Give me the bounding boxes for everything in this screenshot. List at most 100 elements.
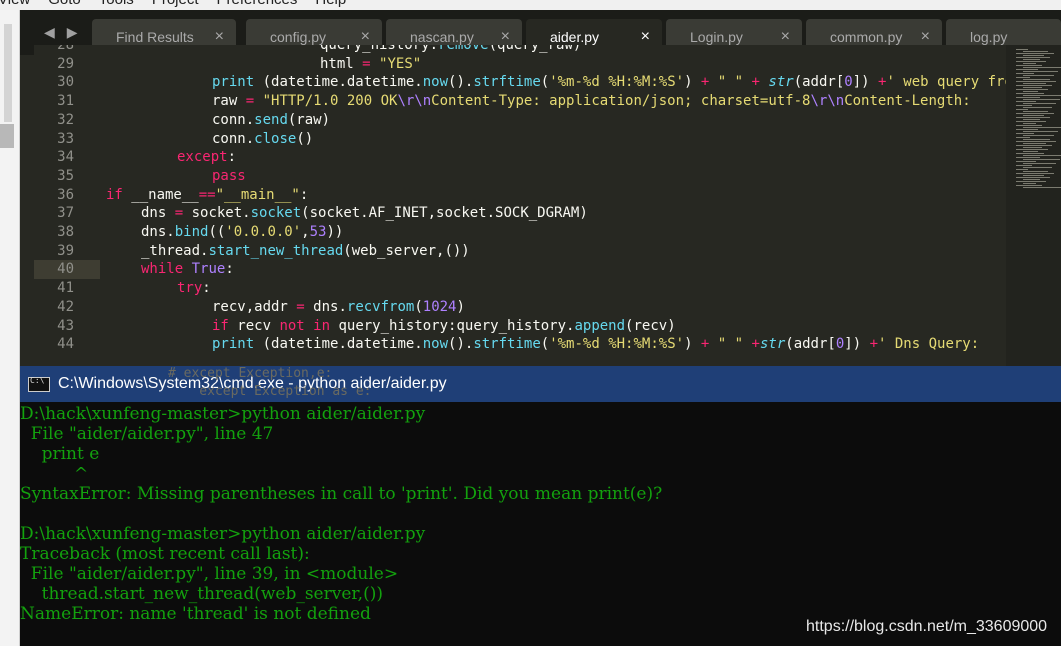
code-token: " " (717, 74, 744, 91)
code-line[interactable]: 29 html = "YES" (34, 55, 1040, 74)
code-token: (). (448, 336, 474, 353)
tab-close-icon[interactable]: × (781, 28, 790, 46)
code-text: _thread.start_new_thread(web_server,()) (141, 242, 470, 261)
code-token: ]) (844, 336, 870, 353)
cmd-output-line (20, 504, 1061, 524)
code-line[interactable]: 30 print (datetime.datetime.now().strftim… (34, 73, 1040, 92)
code-token: Content-Length: (844, 93, 980, 110)
code-line[interactable]: 38 dns.bind(('0.0.0.0',53)) (34, 223, 1040, 242)
code-line[interactable]: 31 raw = "HTTP/1.0 200 OK\r\nContent-Type… (34, 92, 1040, 111)
minimap-line (1023, 123, 1036, 124)
minimap-line (1016, 145, 1052, 146)
minimap-line (1016, 61, 1046, 62)
menu-item-view[interactable]: View (0, 0, 30, 8)
tab-close-icon[interactable]: × (921, 28, 930, 46)
tab-label: log.py (970, 29, 1008, 45)
code-token: ( (414, 298, 423, 315)
code-token: '0.0.0.0' (225, 224, 302, 240)
minimap-line (1016, 101, 1036, 102)
code-line[interactable]: 40 while True: (34, 260, 234, 280)
menu-item-tools[interactable]: Tools (99, 0, 134, 8)
minimap-line (1023, 179, 1040, 180)
code-line[interactable]: 37 dns = socket.socket(socket.AF_INET,soc… (34, 204, 1040, 223)
code-line[interactable]: 43 if recv not in query_history:query_his… (34, 317, 1040, 336)
code-token: bind (174, 224, 209, 240)
code-line[interactable]: 33 conn.close() (34, 130, 1040, 149)
code-token: True (191, 261, 226, 278)
line-number: 39 (57, 242, 74, 259)
code-token: 1024 (422, 298, 457, 315)
line-number: 31 (57, 93, 74, 110)
code-token: str (768, 74, 794, 91)
cmd-output-line: File "aider/aider.py", line 39, in <modu… (20, 564, 399, 584)
code-token: print (212, 336, 255, 353)
cmd-output-line: Traceback (most recent call last): (20, 544, 310, 564)
minimap-line (1023, 175, 1044, 176)
line-number: 29 (57, 55, 74, 72)
tab-label: common.py (830, 29, 903, 45)
code-token: if (106, 186, 123, 203)
minimap-line (1016, 129, 1038, 130)
code-line[interactable]: 36 if __name__=="__main__": (34, 186, 1040, 205)
code-text: conn.send(raw) (212, 111, 330, 130)
code-token: try (177, 280, 203, 297)
minimap-line (1016, 97, 1040, 98)
left-scrollbar[interactable] (4, 24, 12, 122)
code-token: + (869, 336, 879, 353)
nav-back-icon[interactable]: ◀ (44, 25, 55, 41)
minimap-line (1023, 159, 1060, 160)
minimap-line (1016, 137, 1030, 138)
minimap-line (1023, 95, 1061, 96)
minimap-line (1016, 141, 1056, 142)
code-token: , (301, 224, 310, 240)
nav-forward-icon[interactable]: ▶ (67, 25, 78, 41)
minimap-line (1023, 59, 1040, 60)
code-text: html = "YES" (320, 55, 421, 74)
code-line[interactable]: 35 pass (34, 167, 1040, 186)
tab-close-icon[interactable]: × (501, 28, 510, 46)
minimap[interactable] (1006, 45, 1061, 367)
tab-close-icon[interactable]: × (215, 28, 224, 46)
tab-close-icon[interactable]: × (361, 28, 370, 46)
code-token: (raw) (287, 111, 331, 128)
code-token: now (422, 336, 449, 353)
tab-label: config.py (270, 29, 327, 45)
code-line[interactable]: 34 except: (34, 148, 1040, 167)
code-token: '%m-%d %H:%M:%S' (549, 336, 685, 353)
code-line[interactable]: 32 conn.send(raw) (34, 111, 1040, 130)
minimap-line (1016, 165, 1032, 166)
minimap-line (1023, 147, 1042, 148)
tab-close-icon[interactable]: × (641, 28, 650, 46)
menu-item-help[interactable]: Help (315, 0, 346, 8)
code-token: now (422, 74, 449, 91)
code-token: (datetime.datetime. (254, 336, 423, 353)
code-token: ( (540, 74, 550, 91)
menu-item-goto[interactable]: Goto (48, 0, 81, 8)
code-line[interactable]: 42 recv,addr = dns.recvfrom(1024) (34, 298, 1040, 317)
minimap-line (1023, 51, 1048, 52)
code-line[interactable]: 39 _thread.start_new_thread(web_server,()… (34, 242, 1040, 261)
code-editor[interactable]: 28 query_history.remove(query_raw) 29 html … (34, 45, 1040, 367)
code-line[interactable]: 44 print (datetime.datetime.now().strftim… (34, 335, 1040, 354)
code-token: dns. (141, 224, 175, 240)
code-line[interactable]: 41 try: (34, 279, 1040, 298)
menu-item-preferences[interactable]: Preferences (217, 0, 298, 8)
minimap-line (1016, 93, 1044, 94)
menu-item-project[interactable]: Project (152, 0, 199, 8)
code-token: (socket.AF_INET,socket.SOCK_DGRAM) (301, 205, 588, 222)
code-token: : (227, 149, 237, 166)
code-text: print (datetime.datetime.now().strftime(… (212, 73, 1038, 92)
code-token: (web_server,()) (343, 242, 470, 259)
cmd-window[interactable]: C:\Windows\System32\cmd.exe - python aid… (20, 366, 1061, 646)
code-line[interactable]: 28 query_history.remove(query_raw) (34, 45, 1040, 55)
code-token: recv (228, 317, 280, 334)
minimap-line (1016, 109, 1028, 110)
menu-items: View Goto Tools Project Preferences Help (0, 0, 364, 8)
code-token: remove (438, 45, 489, 53)
cmd-icon (28, 376, 50, 392)
tab-label: aider.py (550, 29, 600, 45)
watermark: https://blog.csdn.net/m_33609000 (806, 618, 1047, 636)
minimap-line (1016, 77, 1030, 78)
